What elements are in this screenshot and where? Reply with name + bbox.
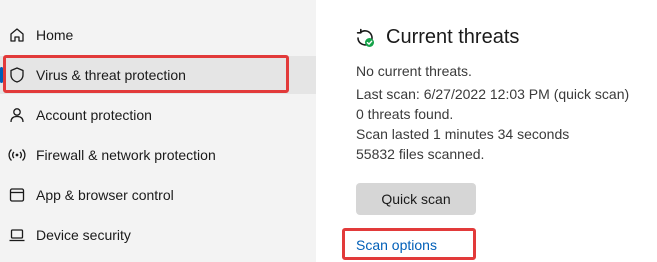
quick-scan-button[interactable]: Quick scan xyxy=(356,183,476,215)
current-threats-header: Current threats xyxy=(354,26,519,49)
sidebar-item-account-protection[interactable]: Account protection xyxy=(0,96,316,134)
wifi-signal-icon xyxy=(8,149,26,161)
refresh-check-icon xyxy=(356,28,374,47)
shield-icon xyxy=(10,67,24,83)
scan-options-link[interactable]: Scan options xyxy=(356,237,437,253)
sidebar-item-label: Firewall & network protection xyxy=(36,147,216,163)
threat-status-text: No current threats. xyxy=(356,63,472,79)
home-icon xyxy=(10,28,24,42)
person-icon xyxy=(10,108,24,123)
last-scan-text: Last scan: 6/27/2022 12:03 PM (quick sca… xyxy=(356,86,630,102)
app-window-icon xyxy=(9,188,25,202)
page-title: Current threats xyxy=(386,26,520,48)
laptop-icon xyxy=(9,229,25,242)
sidebar-item-label: Home xyxy=(36,27,74,43)
sidebar-item-firewall-network-protection[interactable]: Firewall & network protection xyxy=(0,136,316,174)
sidebar-item-label: Account protection xyxy=(36,107,152,123)
files-scanned-text: 55832 files scanned. xyxy=(356,146,485,162)
sidebar-item-label: App & browser control xyxy=(36,187,174,203)
sidebar: Home Virus & threat protection Account p… xyxy=(0,0,316,262)
sidebar-item-label: Device security xyxy=(36,227,131,243)
threats-found-text: 0 threats found. xyxy=(356,106,454,122)
sidebar-item-device-security[interactable]: Device security xyxy=(0,216,316,254)
sidebar-item-home[interactable]: Home xyxy=(0,16,316,54)
scan-duration-text: Scan lasted 1 minutes 34 seconds xyxy=(356,126,570,142)
sidebar-item-app-browser-control[interactable]: App & browser control xyxy=(0,176,316,214)
sidebar-item-virus-threat-protection[interactable]: Virus & threat protection xyxy=(0,56,316,94)
sidebar-item-label: Virus & threat protection xyxy=(36,67,186,83)
